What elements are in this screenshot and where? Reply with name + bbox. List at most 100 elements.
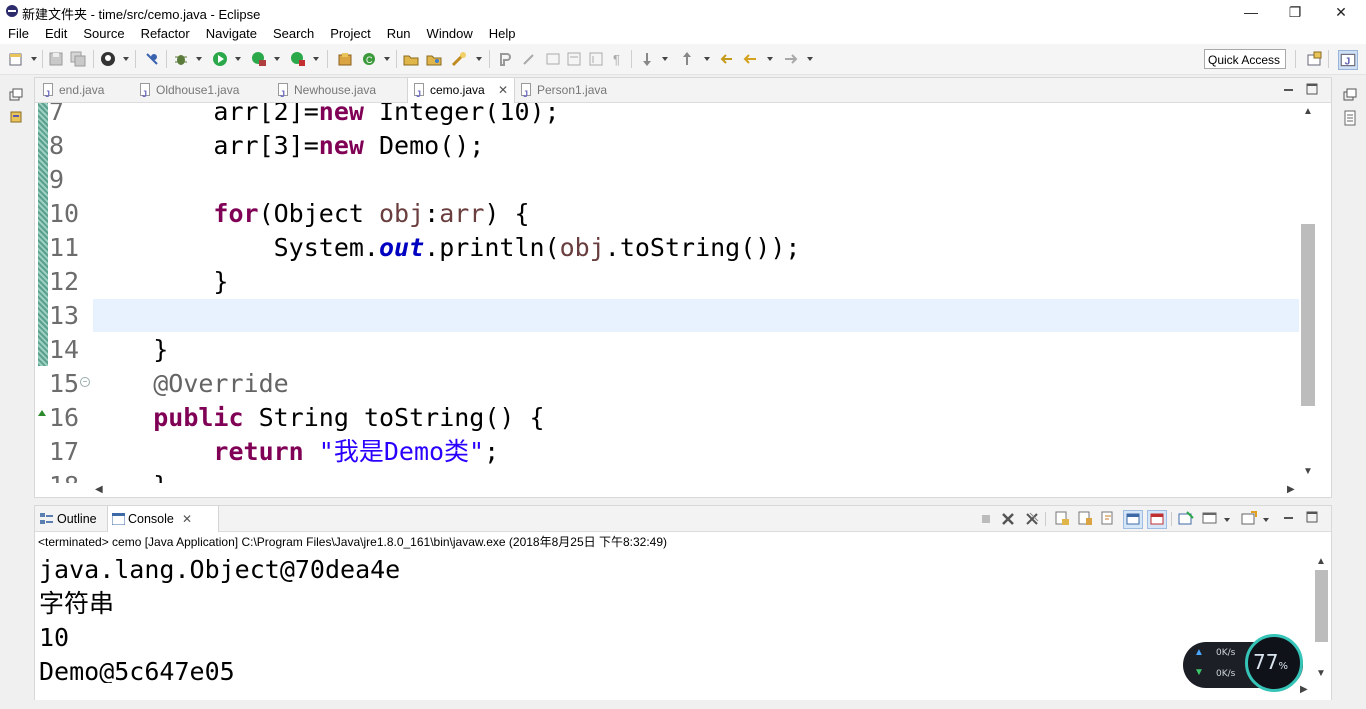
minimize-editor-icon[interactable] <box>1283 84 1295 96</box>
close-tab-icon[interactable]: ✕ <box>498 78 508 102</box>
show-console-on-stderr-icon[interactable] <box>1147 510 1167 529</box>
menu-help[interactable]: Help <box>481 24 524 44</box>
run-icon[interactable] <box>212 51 228 67</box>
menu-project[interactable]: Project <box>322 24 378 44</box>
external-tools-dropdown-icon[interactable] <box>313 57 319 61</box>
skip-breakpoints-icon[interactable] <box>144 51 160 67</box>
close-window-button[interactable]: ✕ <box>1318 0 1364 24</box>
new-dropdown-icon[interactable] <box>31 57 37 61</box>
open-perspective-icon[interactable] <box>1306 51 1322 67</box>
scroll-down-icon[interactable]: ▼ <box>1303 466 1313 477</box>
profile-dropdown-icon[interactable] <box>123 57 129 61</box>
console-output[interactable]: java.lang.Object@70dea4e 字符串 10 Demo@5c6… <box>35 553 1313 688</box>
scroll-right-icon[interactable]: ▶ <box>1287 484 1295 495</box>
profile-icon[interactable] <box>100 51 116 67</box>
tab-oldhouse1-java[interactable]: Oldhouse1.java <box>134 78 276 106</box>
menu-source[interactable]: Source <box>75 24 132 44</box>
outline-icon <box>40 513 53 524</box>
override-marker-icon[interactable] <box>38 410 46 416</box>
forward-icon[interactable] <box>783 51 799 67</box>
scroll-up-icon[interactable]: ▲ <box>1303 106 1313 117</box>
tab-person1-java[interactable]: Person1.java <box>515 78 637 106</box>
new-java-class-icon[interactable]: C <box>361 51 377 67</box>
back-icon[interactable] <box>742 51 758 67</box>
menu-edit[interactable]: Edit <box>37 24 75 44</box>
scroll-up-icon[interactable]: ▲ <box>1316 556 1326 567</box>
minimize-console-icon[interactable] <box>1283 512 1295 524</box>
last-edit-location-icon[interactable] <box>718 51 734 67</box>
console-scroll-thumb[interactable] <box>1315 570 1328 642</box>
toggle-word-wrap-icon[interactable] <box>545 51 561 67</box>
package-explorer-icon[interactable] <box>9 110 23 124</box>
open-console-icon[interactable] <box>1241 511 1257 526</box>
back-dropdown-icon[interactable] <box>767 57 773 61</box>
open-task-icon[interactable] <box>426 51 442 67</box>
search-dropdown-icon[interactable] <box>476 57 482 61</box>
restore-icon[interactable] <box>9 88 23 102</box>
tab-end-java[interactable]: end.java <box>37 78 141 106</box>
open-console-dropdown-icon[interactable] <box>1263 518 1269 522</box>
previous-annotation-icon[interactable] <box>679 51 695 67</box>
menu-navigate[interactable]: Navigate <box>198 24 265 44</box>
console-output-line: java.lang.Object@70dea4e <box>39 555 401 584</box>
tab-outline[interactable]: Outline <box>37 506 107 532</box>
save-icon[interactable] <box>48 51 64 67</box>
remove-all-terminated-icon[interactable] <box>1025 512 1039 526</box>
restore-right-icon[interactable] <box>1343 88 1357 102</box>
block-selection-icon[interactable] <box>566 51 582 67</box>
coverage-dropdown-icon[interactable] <box>274 57 280 61</box>
save-all-icon[interactable] <box>70 51 86 67</box>
code-editor[interactable] <box>35 103 1299 483</box>
previous-annotation-dropdown-icon[interactable] <box>704 57 710 61</box>
tab-console[interactable]: Console ✕ <box>107 506 219 532</box>
maximize-editor-icon[interactable] <box>1306 83 1318 95</box>
fold-toggle-icon[interactable]: − <box>80 377 90 387</box>
external-tools-icon[interactable] <box>290 51 306 67</box>
debug-dropdown-icon[interactable] <box>196 57 202 61</box>
maximize-console-icon[interactable] <box>1306 511 1318 523</box>
new-java-package-icon[interactable] <box>337 51 353 67</box>
menu-window[interactable]: Window <box>419 24 481 44</box>
console-horizontal-scrollbar[interactable] <box>35 683 1313 697</box>
tab-cemo-java[interactable]: cemo.java ✕ <box>407 78 515 106</box>
debug-icon[interactable] <box>173 51 189 67</box>
menu-search[interactable]: Search <box>265 24 322 44</box>
display-selected-console-icon[interactable] <box>1202 511 1218 526</box>
scroll-left-icon[interactable]: ◀ <box>95 484 103 495</box>
menu-run[interactable]: Run <box>379 24 419 44</box>
close-tab-icon[interactable]: ✕ <box>182 506 192 532</box>
open-type-icon[interactable] <box>403 51 419 67</box>
scroll-down-icon[interactable]: ▼ <box>1316 668 1326 679</box>
editor-horizontal-scrollbar[interactable] <box>93 483 1299 497</box>
search-flashlight-icon[interactable] <box>451 51 467 67</box>
pin-console-icon[interactable] <box>1178 511 1194 526</box>
run-dropdown-icon[interactable] <box>235 57 241 61</box>
remove-launch-icon[interactable] <box>1001 512 1015 526</box>
display-console-dropdown-icon[interactable] <box>1224 518 1230 522</box>
scroll-lock-icon[interactable] <box>1078 511 1093 526</box>
scroll-right-icon[interactable]: ▶ <box>1300 684 1308 695</box>
next-annotation-dropdown-icon[interactable] <box>662 57 668 61</box>
menu-refactor[interactable]: Refactor <box>133 24 198 44</box>
minimize-button[interactable]: — <box>1228 0 1274 24</box>
clear-console-icon[interactable] <box>1055 511 1070 526</box>
new-class-dropdown-icon[interactable] <box>384 57 390 61</box>
coverage-icon[interactable] <box>251 51 267 67</box>
menu-file[interactable]: File <box>0 24 37 44</box>
tab-newhouse-java[interactable]: Newhouse.java <box>272 78 410 106</box>
toggle-mark-occurrences-icon[interactable] <box>497 51 513 67</box>
java-perspective-icon[interactable]: J <box>1338 50 1358 70</box>
quick-access-input[interactable]: Quick Access <box>1204 49 1286 69</box>
next-annotation-icon[interactable] <box>639 51 655 67</box>
new-file-icon[interactable] <box>8 51 24 67</box>
show-console-on-stdout-icon[interactable] <box>1123 510 1143 529</box>
forward-dropdown-icon[interactable] <box>807 57 813 61</box>
show-paragraph-icon[interactable]: ¶ <box>610 51 626 67</box>
terminate-icon[interactable] <box>979 512 993 526</box>
maximize-button[interactable]: ❐ <box>1272 0 1318 24</box>
word-wrap-icon[interactable] <box>1101 511 1116 526</box>
editor-scroll-thumb[interactable] <box>1301 224 1315 406</box>
show-whitespace-icon[interactable] <box>588 51 604 67</box>
toggle-editor-highlight-icon[interactable] <box>521 51 537 67</box>
task-list-icon[interactable] <box>1343 110 1357 126</box>
